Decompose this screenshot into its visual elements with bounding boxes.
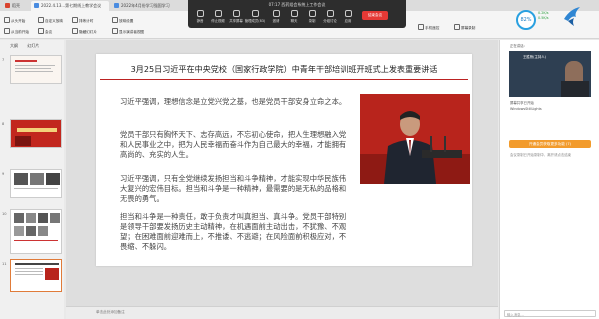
slide-thumbnail[interactable] [10,169,62,198]
meeting-side-panel: 正在讲话： 王胜桥(主持人) 屏幕共享已开始 WindowsStillLight… [499,40,599,319]
bird-mascot-icon [564,7,580,26]
stop-video-button[interactable]: 停止视频 [208,10,228,23]
video-feed: 王胜桥(主持人) [509,51,591,97]
video-label: 王胜桥(主持人) [523,55,546,59]
invite-icon [272,10,280,17]
app-window: 稻壳 2022.4.13...第七期线上教学会议 2022年4月份学习强国学习 … [0,0,599,319]
end-meeting-button[interactable]: 结束会议 [362,11,388,20]
record-button[interactable]: 录制 [302,10,322,23]
chat-input[interactable]: 输入消息... [504,310,596,317]
speaking-label: 正在讲话： [510,44,527,48]
network-speed: 0.2K/s 0.5K/s [538,11,549,20]
play-icon [4,28,10,34]
slide-thumbnail[interactable] [10,55,62,84]
slide-paragraph: 担当和斗争是一种责任，敢于负责才叫真担当、真斗争。党员干部特别是领导干部要发扬历… [120,212,347,251]
microphone-icon [196,10,204,17]
phone-remote-button[interactable]: 手机遥控 [418,24,439,31]
apps-button[interactable]: 应用 [338,10,358,23]
tab-meeting-doc[interactable]: 2022.4.13...第七期线上教学会议 [31,1,109,11]
mute-button[interactable]: 静音 [190,10,210,23]
cpu-gauge: 82% [516,10,536,30]
phone-icon [418,24,424,30]
hide-icon [72,28,78,34]
tab-docer[interactable]: 稻壳 [2,1,30,11]
play-from-start-button[interactable]: 从头开始 [4,17,25,24]
speech-photo [360,94,470,184]
upgrade-button[interactable]: 开通会员获取更多功能 (7) [509,140,591,148]
docer-icon [5,3,10,8]
settings-icon [112,17,118,23]
slides-icon [38,17,44,23]
notes-area[interactable]: 单击此处添加备注 [66,306,498,319]
slide-thumbnail-selected[interactable] [10,259,62,292]
meeting-toolbar: 07:17 西药组会系统上工作会议 静音 停止视频 共享屏幕 管理成员(83) … [188,0,406,28]
invite-button[interactable]: 邀请 [266,10,286,23]
meeting-button[interactable]: 会议 [38,28,52,35]
slide-paragraph: 党员干部只有胸怀天下、志存高远，不忘初心使命，把人生理想融入党和人民事业之中，把… [120,130,347,159]
chat-button[interactable]: 聊天 [284,10,304,23]
show-settings-button[interactable]: 放映设置 [112,17,133,24]
slide-thumbnail-pane: 大纲 幻灯片 7 8 9 10 11 [0,40,64,319]
doc-icon [114,3,119,8]
doc-icon [34,3,39,8]
share-screen-button[interactable]: 共享屏幕 [226,10,246,23]
slide-title: 3月25日习近平在中央党校（国家行政学院）中青年干部培训班开班式上发表重要讲话 [130,64,438,74]
screen-record-button[interactable]: 屏幕录制 [454,24,475,31]
meeting-icon [38,28,44,34]
record-icon [454,24,460,30]
tab-study-doc[interactable]: 2022年4月份学习强国学习 [111,1,185,11]
record-icon [308,10,316,17]
tab-outline[interactable]: 大纲 [10,43,18,48]
current-slide[interactable]: 3月25日习近平在中央党校（国家行政学院）中青年干部培训班开班式上发表重要讲话 … [96,54,472,266]
slide-thumbnail[interactable] [10,209,62,254]
presenter-view-toggle[interactable]: 显示演讲者视图 [112,28,144,35]
slide-paragraph: 习近平强调，理想信念是立党兴党之基，也是党员干部安身立命之本。 [120,97,347,106]
title-divider [100,79,468,80]
recording-notice: 会议录制已开始录制中，离开请点击结束 [510,153,572,157]
screen-caption: WindowsStillLights [510,107,542,111]
slide-thumbnail[interactable] [10,119,62,148]
rehearse-button[interactable]: 排练计时 [72,17,93,24]
checkbox-icon [112,28,118,34]
apps-icon [344,10,352,17]
meeting-title: 07:17 西药组会系统上工作会议 [268,2,326,7]
status-line: 屏幕共享已开始 [510,101,534,105]
timer-icon [72,17,78,23]
pane-tabs: 大纲 幻灯片 [10,43,47,49]
members-icon [251,10,259,17]
breakout-icon [326,10,334,17]
play-icon [4,17,10,23]
slide-paragraph: 习近平强调，只有全党继续发扬担当和斗争精神，才能实现中华民族伟大复兴的宏伟目标。… [120,174,347,203]
breakout-button[interactable]: 分组讨论 [320,10,340,23]
custom-show-button[interactable]: 自定义放映 [38,17,63,24]
tab-slides[interactable]: 幻灯片 [27,43,39,48]
chat-icon [290,10,298,17]
hide-slide-button[interactable]: 隐藏幻灯片 [72,28,97,35]
camera-icon [214,10,222,17]
play-from-current-button[interactable]: 从当前开始 [4,28,29,35]
share-icon [232,10,240,17]
manage-members-button[interactable]: 管理成员(83) [244,10,266,23]
